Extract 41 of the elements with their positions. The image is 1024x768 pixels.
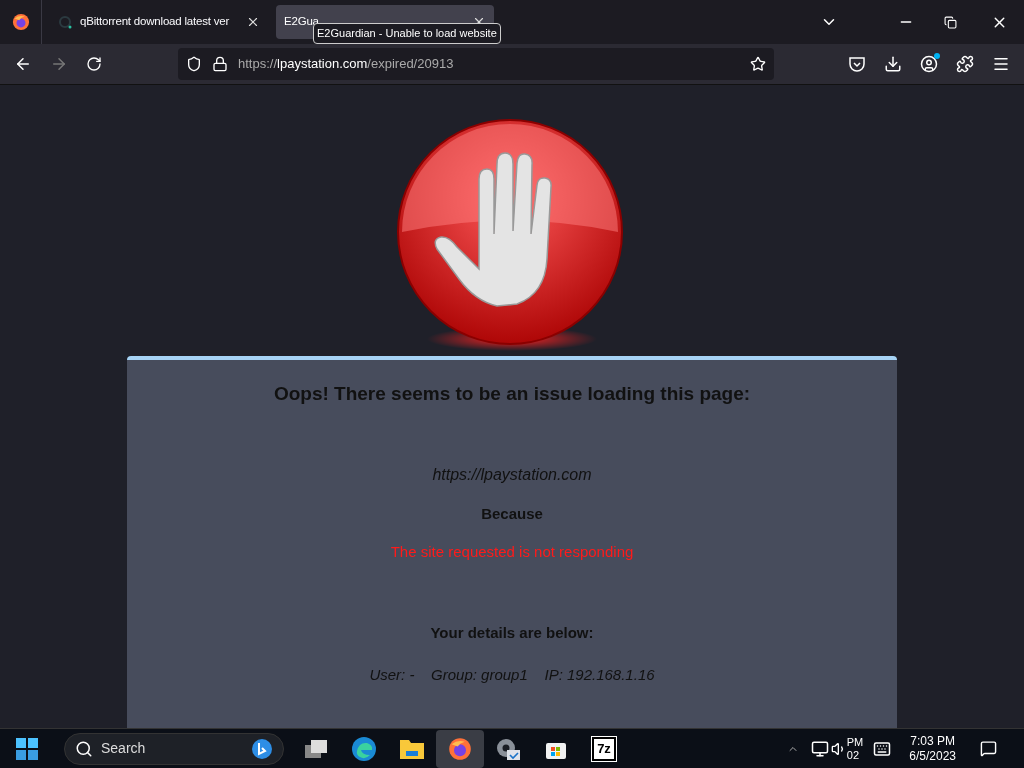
tray-text: 02: [846, 748, 861, 762]
error-reason: The site requested is not responding: [390, 542, 634, 562]
url-text: https://lpaystation.com/expired/20913: [238, 55, 455, 74]
extensions-icon[interactable]: [956, 55, 974, 73]
clock[interactable]: 7:03 PM 6/5/2023: [909, 733, 956, 764]
bookmark-star-icon[interactable]: [750, 56, 766, 72]
edge-icon[interactable]: [351, 735, 377, 762]
address-bar[interactable]: https://lpaystation.com/expired/20913: [178, 48, 774, 80]
restore-icon[interactable]: [944, 15, 957, 29]
pocket-icon[interactable]: [848, 55, 866, 73]
network-icon[interactable]: [810, 739, 829, 758]
browser-tab[interactable]: qBittorrent download latest ver: [50, 5, 268, 39]
reload-icon[interactable]: [86, 56, 102, 72]
forward-icon[interactable]: [50, 55, 68, 73]
close-icon[interactable]: [246, 15, 260, 29]
notifications-icon[interactable]: [980, 740, 997, 757]
firefox-icon[interactable]: [448, 736, 472, 761]
task-view-icon[interactable]: [303, 737, 329, 760]
account-icon[interactable]: [920, 55, 938, 73]
lock-icon: [212, 56, 228, 72]
card-heading: Oops! There seems to be an issue loading this page:: [273, 382, 751, 406]
tooltip: E2Guardian - Unable to load website: [313, 23, 501, 44]
search-icon: [75, 739, 93, 758]
search-field[interactable]: Search: [64, 732, 284, 765]
menu-icon[interactable]: [992, 55, 1010, 73]
because-label: Because: [481, 503, 543, 524]
start-icon[interactable]: [16, 737, 38, 760]
site-url: https://lpaystation.com: [432, 464, 592, 485]
keyboard-icon[interactable]: [873, 739, 892, 758]
bing-icon[interactable]: [251, 737, 273, 760]
user-details: User: - Group: group1 IP: 192.168.1.16: [369, 665, 655, 685]
shield-icon: [186, 56, 202, 72]
back-icon[interactable]: [14, 55, 32, 73]
details-heading: Your details are below:: [430, 622, 594, 643]
tab-title: qBittorrent download latest ver: [80, 14, 231, 30]
tray-text: PM: [846, 735, 864, 749]
gear-icon[interactable]: [495, 736, 521, 761]
loading-icon: [58, 15, 72, 29]
seven-zip-icon[interactable]: 7z: [592, 736, 616, 761]
firefox-icon: [11, 13, 30, 31]
download-icon[interactable]: [884, 55, 902, 73]
